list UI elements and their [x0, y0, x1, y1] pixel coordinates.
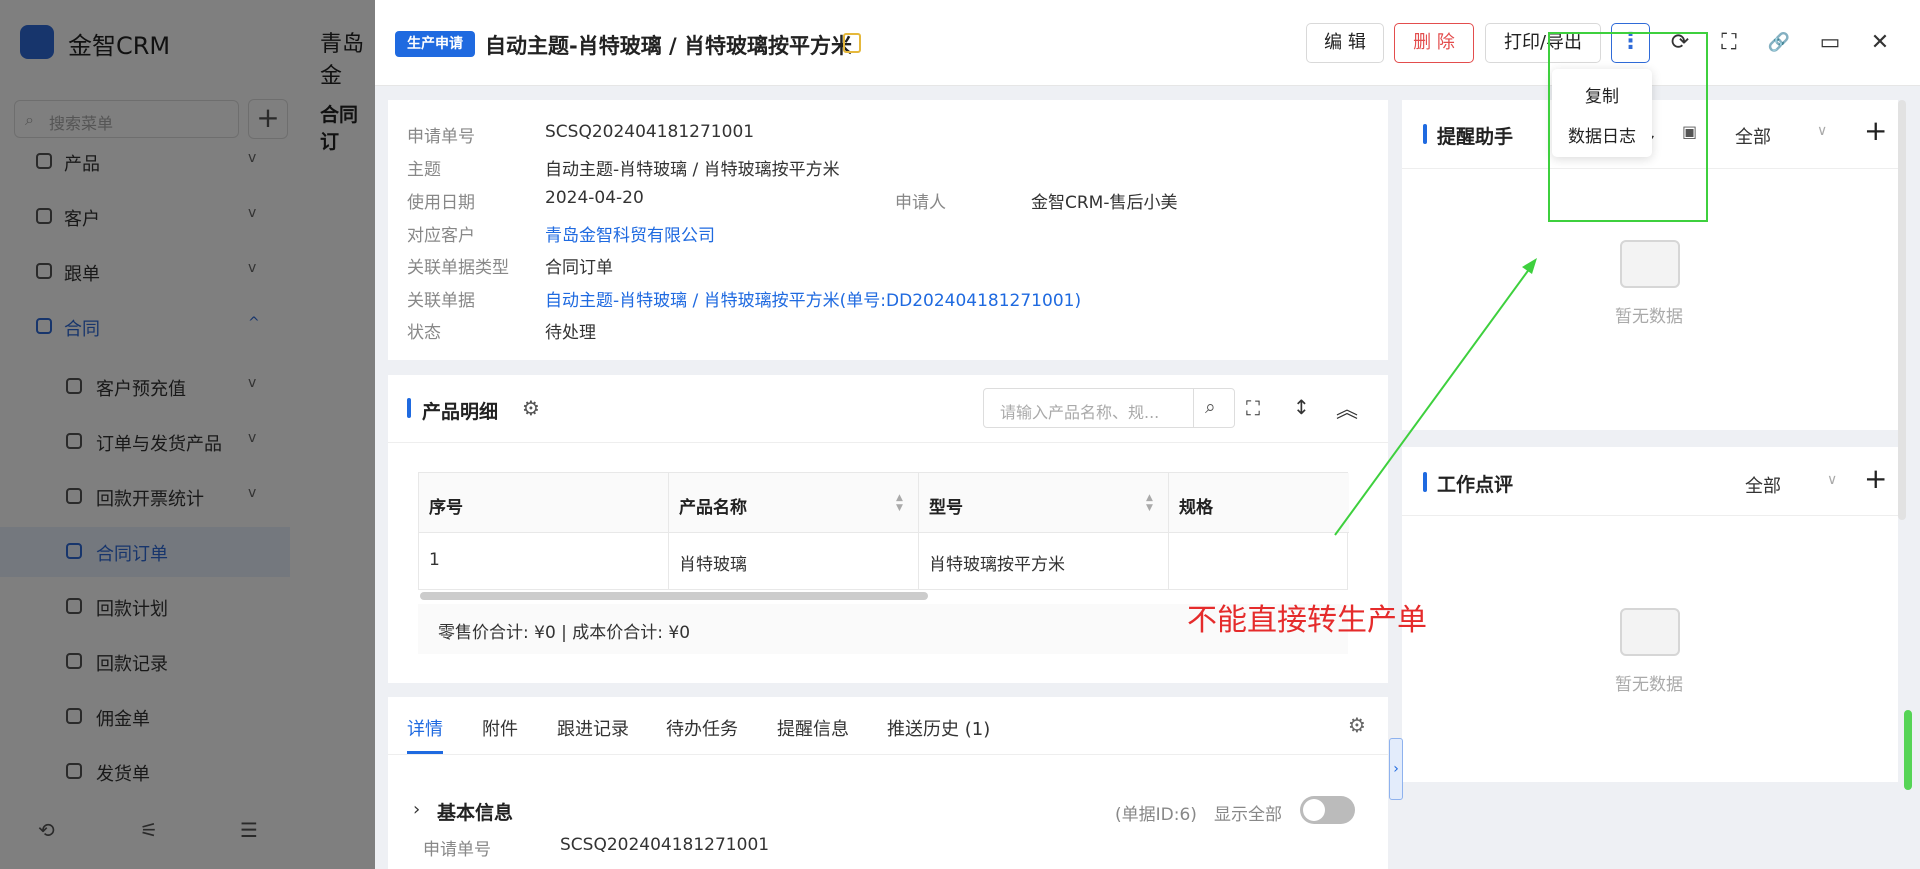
col-header-name[interactable]: 产品名称 ▲ ▼	[669, 473, 919, 533]
col-header-model[interactable]: 型号 ▲ ▼	[919, 473, 1169, 533]
product-search-input[interactable]: 请输入产品名称、规...	[983, 388, 1194, 428]
section-bar	[1423, 124, 1427, 144]
close-icon[interactable]: ✕	[1867, 30, 1893, 56]
active-tab-indicator	[407, 751, 443, 754]
basic-info-title: 基本信息	[437, 802, 514, 824]
expand-icon[interactable]: ⛶	[1246, 396, 1260, 420]
reminder-empty-text: 暂无数据	[1615, 307, 1683, 327]
tab-todo[interactable]: 待办任务	[666, 715, 738, 741]
gear-icon[interactable]: ⚙	[522, 396, 540, 420]
info-value-subject: 自动主题-肖特玻璃 / 肖特玻璃按平方米	[545, 160, 840, 180]
info-label-related-doc: 关联单据	[407, 291, 475, 311]
section-bar	[407, 398, 411, 418]
reminder-filter-select[interactable]: 全部	[1735, 123, 1771, 149]
empty-box-icon	[1620, 240, 1680, 288]
annotation-text: 不能直接转生产单	[1187, 603, 1427, 638]
show-all-toggle[interactable]	[1300, 796, 1355, 824]
info-label-no: 申请单号	[407, 127, 475, 147]
info-value-no: SCSQ202404181271001	[545, 122, 755, 142]
info-value-status: 待处理	[545, 323, 596, 343]
type-tag: 生产申请	[395, 31, 475, 57]
info-label-status: 状态	[407, 323, 441, 343]
sort-icon[interactable]: ▲ ▼	[1146, 493, 1156, 513]
review-empty-text: 暂无数据	[1615, 675, 1683, 695]
tab-push-history[interactable]: 推送历史 (1)	[887, 715, 990, 741]
review-filter-select[interactable]: 全部	[1745, 472, 1781, 498]
info-label-applicant: 申请人	[895, 193, 946, 213]
highlight-box	[1548, 32, 1708, 222]
divider	[388, 442, 1388, 443]
search-icon: ⌕	[1205, 396, 1216, 418]
chevron-down-icon: ∨	[1827, 472, 1838, 488]
basic-label-no: 申请单号	[423, 840, 491, 860]
customer-link[interactable]: 青岛金智科贸有限公司	[545, 221, 715, 246]
chevron-right-icon[interactable]: ›	[413, 799, 420, 820]
bookmark-icon[interactable]	[843, 33, 861, 53]
info-card	[388, 100, 1388, 360]
tab-settings-gear-icon[interactable]: ⚙	[1348, 713, 1366, 737]
add-review-button[interactable]: +	[1864, 462, 1887, 495]
modal-overlay[interactable]	[0, 0, 375, 869]
show-all-label: 显示全部	[1214, 805, 1282, 825]
product-name-link[interactable]: 肖特玻璃	[669, 533, 919, 589]
info-label-subject: 主题	[407, 160, 441, 180]
annotation-arrow	[1334, 258, 1537, 536]
add-reminder-button[interactable]: +	[1864, 114, 1887, 147]
right-panel-scrollbar[interactable]	[1898, 100, 1906, 520]
related-doc-link[interactable]: 自动主题-肖特玻璃 / 肖特玻璃按平方米(单号:DD20240418127100…	[545, 286, 1081, 311]
info-value-related-type: 合同订单	[545, 258, 613, 278]
product-section-title: 产品明细	[422, 401, 499, 423]
table-horizontal-scrollbar[interactable]	[420, 592, 928, 600]
table-cell-model: 肖特玻璃按平方米	[919, 533, 1169, 589]
table-cell-index: 1	[419, 533, 669, 589]
record-id: (单据ID:6)	[1115, 805, 1197, 825]
toggle-knob	[1303, 799, 1325, 821]
reminder-title: 提醒助手	[1437, 126, 1514, 148]
col-header-spec: 规格	[1169, 473, 1349, 533]
info-label-customer: 对应客户	[407, 226, 475, 246]
basic-value-no: SCSQ202404181271001	[560, 835, 770, 855]
info-label-related-type: 关联单据类型	[407, 258, 509, 278]
tab-reminders[interactable]: 提醒信息	[777, 715, 849, 741]
page-scroll-indicator[interactable]	[1904, 710, 1912, 790]
product-table: 序号 产品名称 ▲ ▼ 型号 ▲ ▼ 规格 1 肖特玻璃 肖特玻璃按平方米	[418, 472, 1349, 590]
divider	[388, 754, 1388, 755]
delete-button[interactable]: 删 除	[1394, 23, 1474, 63]
info-value-date: 2024-04-20	[545, 188, 644, 208]
window-icon[interactable]: ▭	[1817, 30, 1843, 56]
panel-expand-handle[interactable]: ›	[1389, 738, 1403, 800]
empty-box-icon	[1620, 608, 1680, 656]
fullscreen-icon[interactable]: ⛶	[1716, 30, 1742, 56]
chevron-down-icon: ∨	[1817, 123, 1828, 139]
link-icon[interactable]: 🔗	[1766, 30, 1792, 56]
tab-follow-records[interactable]: 跟进记录	[557, 715, 629, 741]
info-label-date: 使用日期	[407, 193, 475, 213]
edit-button[interactable]: 编 辑	[1306, 23, 1384, 63]
row-height-icon[interactable]: ↕	[1293, 395, 1310, 419]
product-search-button[interactable]: ⌕	[1193, 388, 1235, 428]
tab-detail[interactable]: 详情	[407, 715, 443, 741]
sort-icon[interactable]: ▲ ▼	[896, 493, 906, 513]
tab-attachment[interactable]: 附件	[482, 715, 518, 741]
table-cell-spec	[1169, 533, 1349, 589]
drawer-title: 自动主题-肖特玻璃 / 肖特玻璃按平方米	[485, 34, 853, 58]
col-header-index: 序号	[419, 473, 669, 533]
product-search-placeholder: 请输入产品名称、规...	[1000, 403, 1160, 422]
info-value-applicant: 金智CRM-售后小美	[1031, 193, 1178, 213]
